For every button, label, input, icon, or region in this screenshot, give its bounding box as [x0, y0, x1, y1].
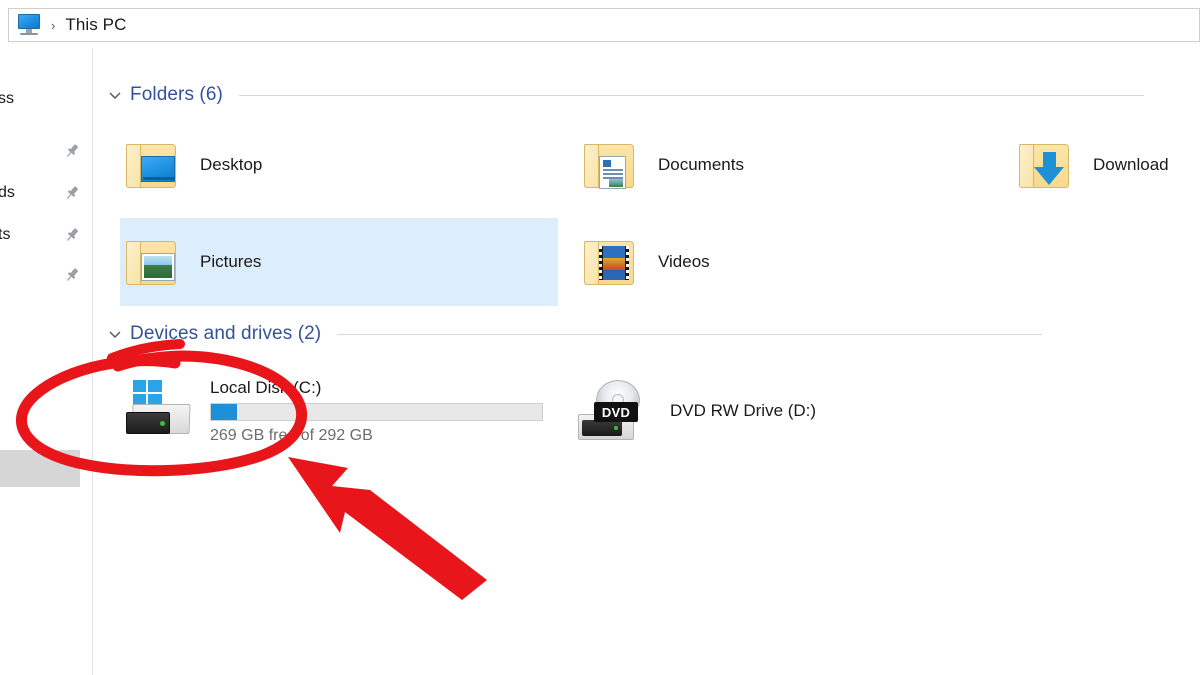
drive-item-dvd-rw-d[interactable]: DVD DVD RW Drive (D:): [578, 363, 1016, 459]
breadcrumb-separator-icon: ›: [51, 17, 56, 33]
group-separator-rule: [337, 333, 1043, 335]
chevron-down-icon[interactable]: [107, 326, 123, 342]
dvd-badge-label: DVD: [594, 402, 638, 422]
hard-drive-windows-icon: [120, 380, 196, 442]
folder-item-label: Desktop: [200, 155, 263, 174]
pin-icon[interactable]: [63, 142, 81, 160]
folder-pictures-icon: [120, 237, 182, 287]
drive-item-local-disk-c[interactable]: Local Disk (C:) 269 GB free of 292 GB: [120, 363, 558, 459]
folder-videos-icon: [578, 237, 640, 287]
pin-icon[interactable]: [63, 184, 81, 202]
pin-icon[interactable]: [63, 226, 81, 244]
drive-label: DVD RW Drive (D:): [670, 401, 817, 420]
navigation-pane[interactable]: ss ds ts: [0, 48, 93, 675]
sidebar-selected-item[interactable]: [0, 450, 80, 487]
devices-group-title: Devices and drives (2): [130, 323, 322, 344]
folder-downloads-icon: [1013, 140, 1075, 190]
this-pc-monitor-icon: [17, 14, 41, 36]
breadcrumb-this-pc[interactable]: This PC: [65, 15, 126, 35]
folder-item-label: Pictures: [200, 252, 262, 271]
chevron-down-icon[interactable]: [107, 87, 123, 103]
file-list-pane[interactable]: Folders (6) Desktop Documents Download P…: [93, 48, 1200, 675]
folder-item-videos[interactable]: Videos: [578, 218, 1016, 306]
folder-item-label: Download: [1093, 155, 1169, 174]
sidebar-item-downloads-label[interactable]: ds: [0, 184, 15, 202]
folder-item-label: Videos: [658, 252, 710, 271]
folder-item-documents[interactable]: Documents: [578, 121, 1016, 209]
drive-usage-fill: [211, 403, 238, 420]
drive-label: Local Disk (C:): [210, 377, 322, 397]
drive-usage-bar: [210, 402, 543, 421]
drive-capacity-text: 269 GB free of 292 GB: [210, 426, 373, 444]
folder-desktop-icon: [120, 140, 182, 190]
folders-group-title: Folders (6): [130, 84, 223, 105]
devices-group-header[interactable]: Devices and drives (2): [107, 323, 1167, 345]
sidebar-item-quick-access-label[interactable]: ss: [0, 90, 14, 108]
folder-item-desktop[interactable]: Desktop: [120, 121, 558, 209]
address-bar[interactable]: › This PC: [8, 8, 1200, 42]
folder-documents-icon: [578, 140, 640, 190]
dvd-drive-icon: DVD: [578, 380, 654, 442]
drive-details: Local Disk (C:) 269 GB free of 292 GB: [210, 378, 543, 445]
pin-icon[interactable]: [63, 266, 81, 284]
group-separator-rule: [238, 94, 1144, 96]
folder-item-label: Documents: [658, 155, 744, 174]
sidebar-item-documents-label[interactable]: ts: [0, 226, 10, 244]
folders-group-header[interactable]: Folders (6): [107, 84, 1167, 106]
folder-item-pictures[interactable]: Pictures: [120, 218, 558, 306]
folder-item-downloads[interactable]: Download: [1013, 121, 1200, 209]
